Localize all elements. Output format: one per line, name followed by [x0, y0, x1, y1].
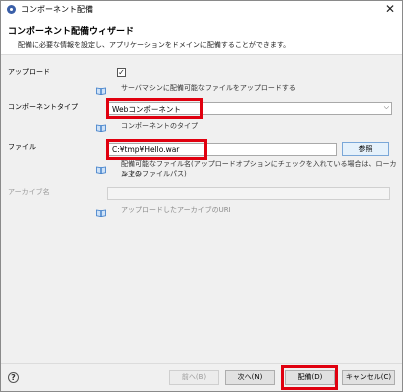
highlight-deploy-button [281, 365, 338, 390]
chevron-down-icon[interactable]: ⌵ [384, 103, 389, 112]
deploy-wizard-window: コンポーネント配備 ✕ コンポーネント配備ウィザード 配備に必要な情報を設定し、… [0, 0, 403, 392]
title-bar: コンポーネント配備 ✕ [1, 1, 402, 19]
highlight-component-type [106, 98, 203, 119]
book-icon [96, 209, 106, 217]
wizard-description: 配備に必要な情報を設定し、アプリケーションをドメインに配備することができます。 [18, 41, 291, 49]
book-icon [96, 87, 106, 95]
component-type-label: コンポーネントタイプ [8, 103, 78, 111]
footer-divider [1, 363, 402, 364]
book-icon [96, 166, 106, 174]
file-hint-line2: ン上のファイルパス) [121, 170, 187, 178]
archive-hint: アップロードしたアーカイブのURI [121, 206, 231, 214]
close-button[interactable]: ✕ [385, 2, 395, 16]
archive-name-field [107, 187, 390, 200]
archive-label: アーカイブ名 [8, 188, 50, 196]
highlight-file-path [106, 139, 207, 160]
upload-hint: サーバマシンに配備可能なファイルをアップロードする [121, 84, 296, 92]
back-button[interactable]: 前へ(B) [169, 370, 219, 385]
upload-label: アップロード [8, 68, 50, 76]
file-label: ファイル [8, 143, 36, 151]
wizard-header: コンポーネント配備ウィザード 配備に必要な情報を設定し、アプリケーションをドメイ… [1, 19, 402, 55]
browse-button[interactable]: 参照 [342, 142, 389, 156]
wizard-title: コンポーネント配備ウィザード [8, 27, 135, 37]
help-icon[interactable]: ? [8, 372, 19, 383]
component-type-hint: コンポーネントのタイプ [121, 122, 198, 130]
next-button[interactable]: 次へ(N) [225, 370, 275, 385]
window-title: コンポーネント配備 [21, 5, 93, 14]
cancel-button[interactable]: キャンセル(C) [342, 370, 395, 385]
book-icon [96, 124, 106, 132]
upload-checkbox[interactable]: ✓ [117, 68, 126, 77]
app-icon [7, 5, 16, 14]
